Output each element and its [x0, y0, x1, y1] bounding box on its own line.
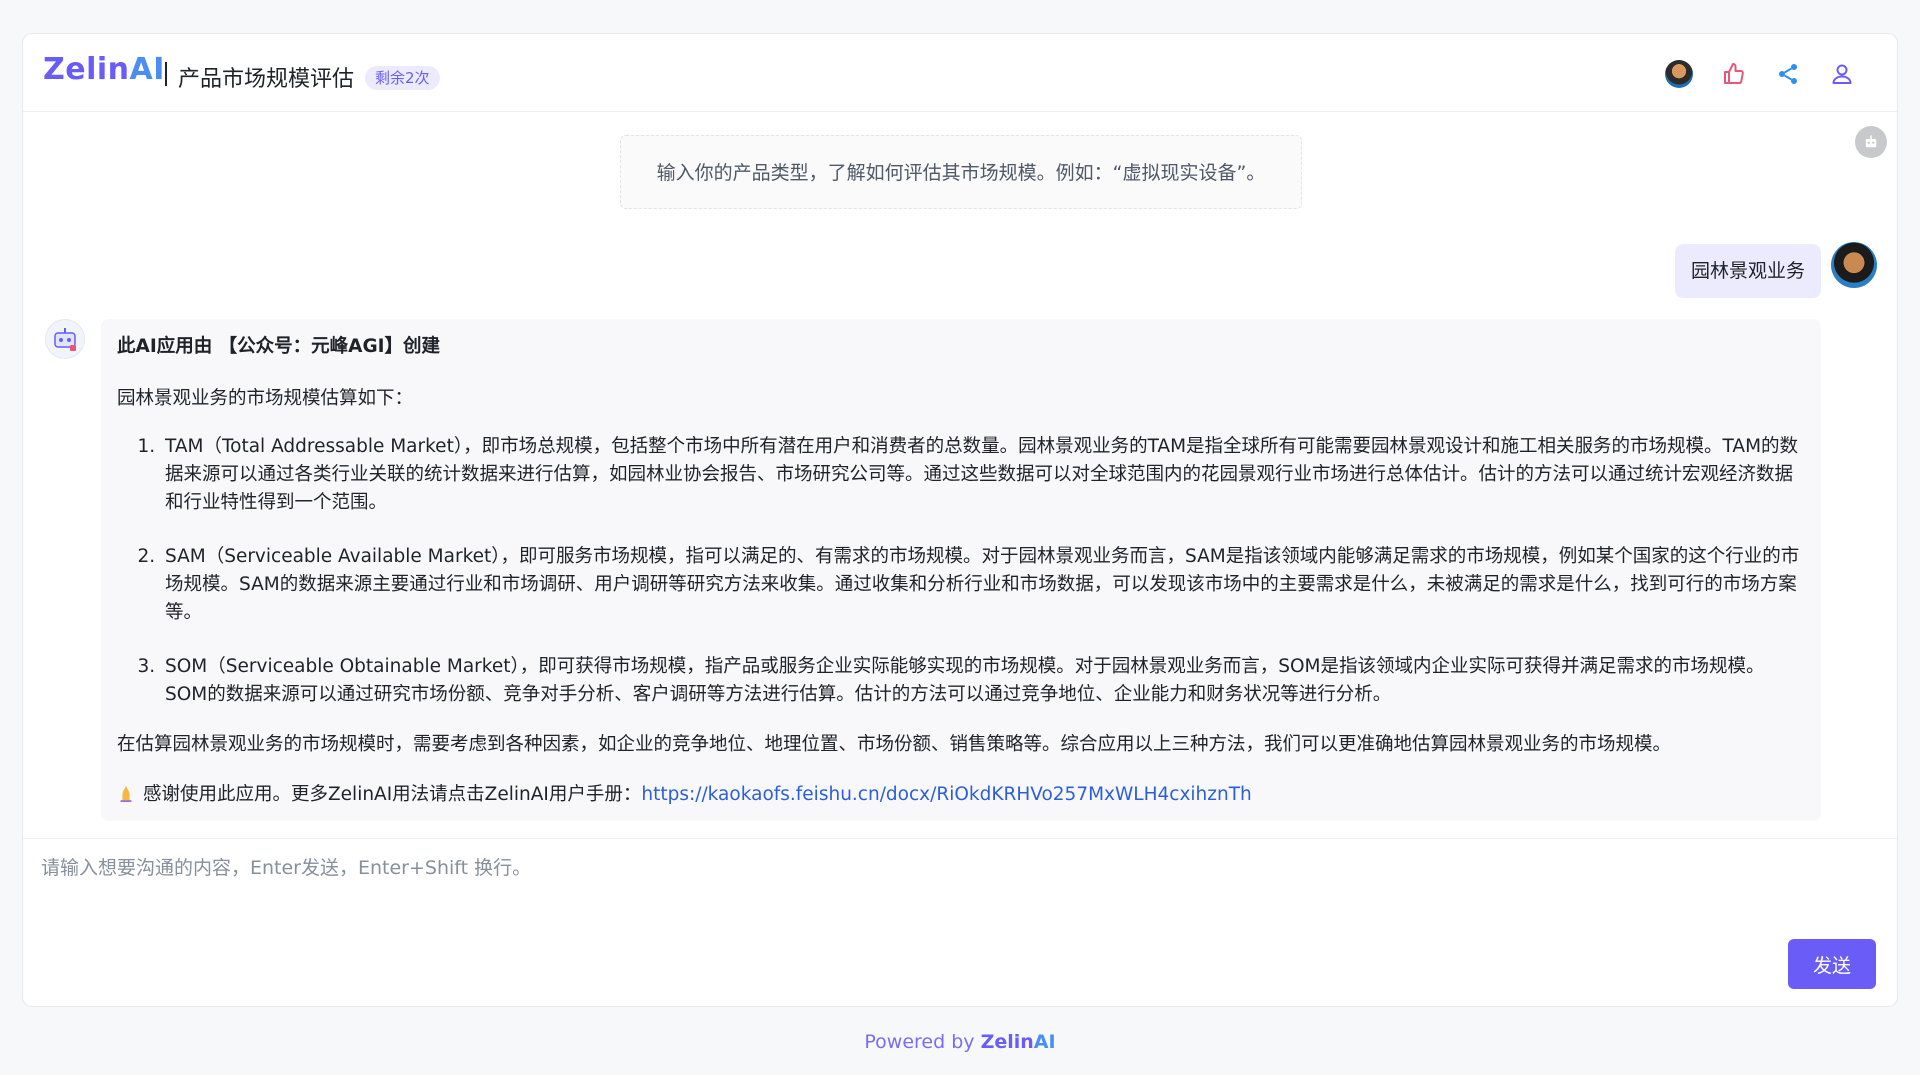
logo: ZelinAI [43, 52, 165, 87]
list-item: SAM（Serviceable Available Market），即可服务市场… [161, 543, 1805, 627]
share-icon[interactable] [1774, 60, 1802, 88]
send-button[interactable]: 发送 [1788, 939, 1876, 989]
prayer-hands-icon [120, 785, 132, 802]
list-item: SOM（Serviceable Obtainable Market），即可获得市… [161, 653, 1805, 709]
app-card: ZelinAI 产品市场规模评估 剩余2次 输入你的产品类型，了解如何评估其市场… [22, 33, 1898, 1007]
header: ZelinAI 产品市场规模评估 剩余2次 [23, 34, 1897, 112]
powered-by-footer: Powered by ZelinAI [0, 1031, 1920, 1053]
user-message: 园林景观业务 [1675, 244, 1821, 298]
robot-icon[interactable] [1855, 126, 1887, 158]
user-icon[interactable] [1828, 60, 1856, 88]
manual-link[interactable]: https://kaokaofs.feishu.cn/docx/RiOkdKRH… [641, 784, 1251, 805]
user-message-avatar [1831, 242, 1877, 288]
message-input[interactable] [41, 853, 1841, 953]
page-title: 产品市场规模评估 [178, 67, 355, 92]
logo-main: Zelin [43, 52, 130, 87]
input-area: 发送 [23, 838, 1897, 1006]
logo-ai: AI [129, 52, 165, 87]
answer-lead: 园林景观业务的市场规模估算如下： [117, 388, 414, 409]
footer-brand[interactable]: ZelinAI [981, 1031, 1056, 1053]
thanks-text: 感谢使用此应用。更多ZelinAI用法请点击ZelinAI用户手册： [143, 784, 642, 805]
answer-summary: 在估算园林景观业务的市场规模时，需要考虑到各种因素，如企业的竞争地位、地理位置、… [117, 734, 1672, 755]
user-avatar-icon[interactable] [1665, 60, 1693, 88]
footer-brand-main: Zelin [980, 1031, 1034, 1053]
avatar [1665, 60, 1693, 88]
answer-list: TAM（Total Addressable Market），即市场总规模，包括整… [145, 433, 1805, 709]
footer-brand-ai: AI [1033, 1031, 1056, 1053]
list-item: TAM（Total Addressable Market），即市场总规模，包括整… [161, 433, 1805, 517]
bot-avatar [45, 319, 85, 359]
bot-robot-icon [54, 328, 76, 351]
intro-hint: 输入你的产品类型，了解如何评估其市场规模。例如：“虚拟现实设备”。 [620, 135, 1302, 209]
title-separator [165, 62, 167, 86]
remaining-uses-badge: 剩余2次 [365, 66, 440, 90]
assistant-answer: 此AI应用由 【公众号：元峰AGI】创建 园林景观业务的市场规模估算如下： TA… [101, 319, 1821, 821]
creator-line: 此AI应用由 【公众号：元峰AGI】创建 [117, 336, 441, 357]
thanks-line: 感谢使用此应用。更多ZelinAI用法请点击ZelinAI用户手册：https:… [117, 781, 1805, 809]
thumbs-up-icon[interactable] [1720, 60, 1748, 88]
powered-prefix: Powered by [864, 1031, 981, 1053]
